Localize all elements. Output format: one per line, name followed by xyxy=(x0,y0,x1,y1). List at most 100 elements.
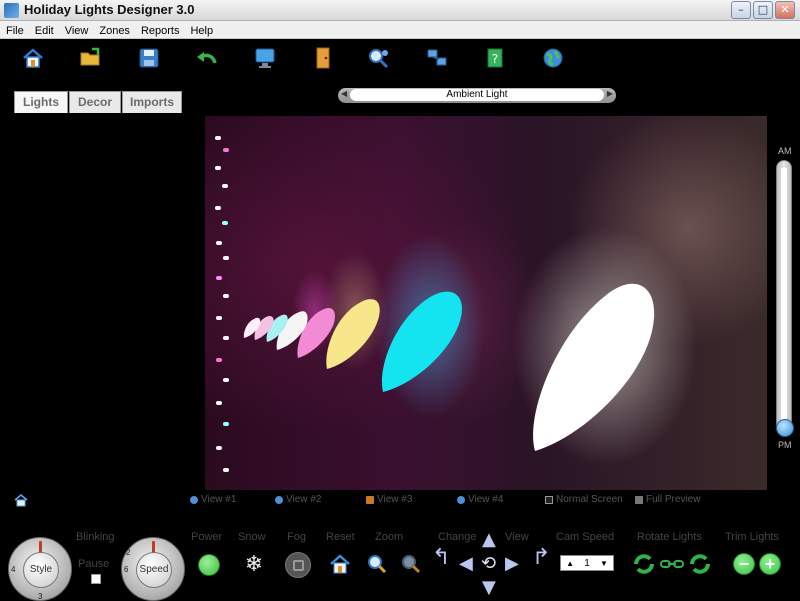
tab-imports[interactable]: Imports xyxy=(122,91,182,113)
string-bulb[interactable] xyxy=(223,422,229,426)
power-label: Power xyxy=(191,531,223,543)
bulb-white-tiny[interactable] xyxy=(243,316,261,340)
menu-edit[interactable]: Edit xyxy=(29,23,59,37)
string-bulb[interactable] xyxy=(215,166,221,170)
string-bulb[interactable] xyxy=(223,378,229,382)
normal-screen-toggle[interactable]: Normal Screen xyxy=(545,494,623,505)
home-icon[interactable] xyxy=(20,45,46,71)
trim-minus-button[interactable]: − xyxy=(733,553,755,575)
time-slider-track xyxy=(781,167,787,423)
string-bulb[interactable] xyxy=(223,256,229,260)
chevron-down-icon[interactable]: ▼ xyxy=(600,559,608,568)
ambient-right-arrow-icon[interactable]: ▶ xyxy=(607,89,613,98)
open-folder-icon[interactable] xyxy=(78,45,104,71)
power-button[interactable] xyxy=(198,554,220,576)
rotate-lights-link-icon[interactable] xyxy=(660,558,684,570)
string-bulb[interactable] xyxy=(223,336,229,340)
speed-dial-knob[interactable]: Speed xyxy=(136,552,172,588)
reset-home-icon[interactable] xyxy=(329,553,351,575)
up-arrow-icon[interactable]: ▲ xyxy=(482,529,496,551)
speed-dial[interactable]: 2 6 Speed xyxy=(121,537,185,601)
string-bulb[interactable] xyxy=(223,468,229,472)
zoom-out-icon[interactable] xyxy=(401,554,421,574)
menu-file[interactable]: File xyxy=(0,23,29,37)
pause-checkbox[interactable] xyxy=(91,574,101,584)
time-slider-thumb[interactable] xyxy=(776,419,794,437)
zoom-in-icon[interactable] xyxy=(367,554,387,574)
globe-icon[interactable] xyxy=(540,45,566,71)
right-arrow-icon[interactable]: ▶ xyxy=(505,553,519,575)
string-bulb[interactable] xyxy=(215,136,221,140)
down-arrow-icon[interactable]: ▼ xyxy=(482,577,496,599)
app-logo-icon xyxy=(4,3,19,18)
view-3[interactable]: View #3 xyxy=(366,494,412,505)
title-bar: Holiday Lights Designer 3.0 – □ ✕ xyxy=(0,0,800,21)
preview-viewport[interactable] xyxy=(205,116,767,490)
view-2[interactable]: View #2 xyxy=(275,494,321,505)
view-1[interactable]: View #1 xyxy=(190,494,236,505)
svg-text:?: ? xyxy=(492,52,498,66)
camera-icon xyxy=(366,495,374,504)
rotate-right-arrow-icon[interactable]: ↱ xyxy=(532,547,550,569)
snow-label: Snow xyxy=(238,531,266,543)
cam-speed-decrease-icon[interactable]: ▲ xyxy=(566,559,574,568)
home-view-icon[interactable] xyxy=(14,493,28,507)
trim-plus-button[interactable]: + xyxy=(759,553,781,575)
string-bulb[interactable] xyxy=(216,358,222,362)
string-bulb[interactable] xyxy=(223,294,229,298)
zoom-people-icon[interactable] xyxy=(366,45,392,71)
undo-arrow-icon[interactable] xyxy=(194,45,220,71)
left-arrow-icon[interactable]: ◀ xyxy=(459,553,473,575)
style-dial-knob[interactable]: Style xyxy=(23,552,59,588)
ambient-light-label: Ambient Light xyxy=(350,89,604,101)
refresh-view-icon[interactable]: ⟲ xyxy=(481,553,496,575)
cam-speed-select[interactable]: ▲ 1 ▼ xyxy=(560,555,614,571)
cam-speed-label: Cam Speed xyxy=(556,531,615,543)
bulb-cyan[interactable] xyxy=(377,286,467,396)
menu-view[interactable]: View xyxy=(59,23,94,37)
snowflake-icon[interactable]: ❄ xyxy=(241,552,267,578)
fog-label: Fog xyxy=(287,531,306,543)
time-of-day-slider[interactable] xyxy=(776,160,794,437)
menu-reports[interactable]: Reports xyxy=(135,23,185,37)
string-bulb[interactable] xyxy=(222,184,228,188)
bulb-white-large[interactable] xyxy=(525,266,665,456)
menu-bar: File Edit View Zones Reports Help xyxy=(0,21,800,39)
menu-zones[interactable]: Zones xyxy=(93,23,135,37)
string-bulb[interactable] xyxy=(222,221,228,225)
pm-label: PM xyxy=(778,440,792,450)
string-bulb[interactable] xyxy=(215,206,221,210)
rotate-left-arrow-icon[interactable]: ↰ xyxy=(432,547,450,569)
fog-button[interactable] xyxy=(285,552,311,578)
network-icon[interactable] xyxy=(424,45,450,71)
help-book-icon[interactable]: ? xyxy=(482,45,508,71)
string-bulb[interactable] xyxy=(216,446,222,450)
am-label: AM xyxy=(778,146,792,156)
rotate-lights-right-icon[interactable] xyxy=(688,552,712,576)
app-window: Holiday Lights Designer 3.0 – □ ✕ File Ed… xyxy=(0,0,800,601)
tab-lights[interactable]: Lights xyxy=(14,91,68,113)
ambient-light-slider[interactable]: ◀ Ambient Light ▶ xyxy=(338,88,616,103)
style-dial[interactable]: 4 3 Style xyxy=(8,537,72,601)
tab-decor[interactable]: Decor xyxy=(69,91,121,113)
string-bulb[interactable] xyxy=(216,316,222,320)
cam-speed-value: 1 xyxy=(584,557,590,569)
string-bulb[interactable] xyxy=(223,148,229,152)
rotate-lights-left-icon[interactable] xyxy=(632,552,656,576)
string-bulb[interactable] xyxy=(216,241,222,245)
screen-icon xyxy=(545,495,553,504)
string-bulb[interactable] xyxy=(216,276,222,280)
full-preview-toggle[interactable]: Full Preview xyxy=(635,494,700,505)
menu-help[interactable]: Help xyxy=(184,23,218,37)
door-icon[interactable] xyxy=(310,45,336,71)
maximize-button[interactable]: □ xyxy=(753,1,773,19)
view-4[interactable]: View #4 xyxy=(457,494,503,505)
blinking-label: Blinking xyxy=(76,531,115,543)
monitor-icon[interactable] xyxy=(252,45,278,71)
close-button[interactable]: ✕ xyxy=(775,1,795,19)
string-bulb[interactable] xyxy=(216,401,222,405)
minimize-button[interactable]: – xyxy=(731,1,751,19)
save-disk-icon[interactable] xyxy=(136,45,162,71)
ambient-left-arrow-icon[interactable]: ◀ xyxy=(341,89,347,98)
rotate-lights-label: Rotate Lights xyxy=(637,531,702,543)
